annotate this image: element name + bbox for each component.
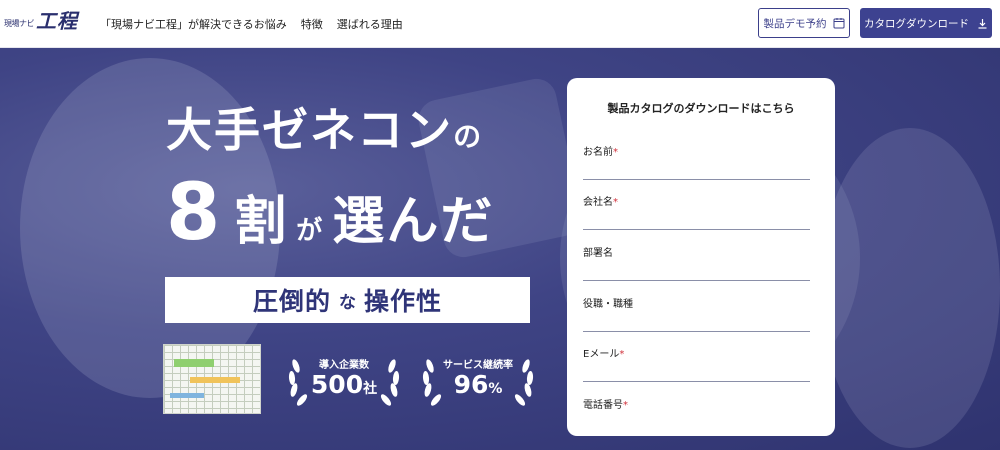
hero-background-figure [820, 128, 1000, 448]
headline-kanji: 割 [234, 192, 287, 252]
hero-headline-line2: 8 割 が 選んだ [166, 168, 494, 258]
stat-value: 500 [310, 370, 364, 399]
site-logo[interactable]: 現場ナビ 工程 [4, 10, 78, 32]
site-header: 現場ナビ 工程 「現場ナビ工程」が解決できるお悩み 特徴 選ばれる理由 製品デモ… [0, 0, 1000, 48]
stat-label: 導入企業数 [319, 360, 369, 371]
field-label: Eメール [583, 349, 620, 360]
company-input[interactable] [583, 210, 810, 230]
demo-booking-button[interactable]: 製品デモ予約 [758, 8, 850, 38]
main-nav: 「現場ナビ工程」が解決できるお悩み 特徴 選ばれる理由 [100, 0, 417, 48]
field-label: 電話番号 [583, 400, 623, 411]
headline-particle: が [296, 216, 323, 246]
tagline-text: 操作性 [364, 287, 443, 316]
demo-booking-label: 製品デモ予約 [763, 17, 827, 30]
nav-item-problems[interactable]: 「現場ナビ工程」が解決できるお悩み [100, 16, 287, 32]
field-label: 役職・職種 [583, 299, 633, 310]
stat-value: 96 [453, 370, 489, 399]
required-mark: * [613, 147, 618, 158]
nav-item-reasons[interactable]: 選ばれる理由 [337, 16, 403, 32]
stat-value-row: 500社 [284, 370, 404, 399]
phone-field: 電話番号* [583, 393, 810, 433]
tagline-text: 圧倒的 [252, 287, 331, 316]
headline-text: 大手ゼネコン [166, 103, 454, 157]
headline-verb: 選んだ [332, 192, 495, 252]
required-mark: * [619, 349, 625, 360]
tagline-particle: な [339, 292, 356, 313]
email-input[interactable] [583, 362, 810, 382]
hero-tagline: 圧倒的 な 操作性 [165, 277, 530, 323]
headline-particle: の [453, 120, 482, 153]
email-field: Eメール* [583, 342, 810, 382]
company-field: 会社名* [583, 190, 810, 230]
catalog-download-label: カタログダウンロード [864, 17, 969, 30]
department-field: 部署名 [583, 241, 810, 281]
hero-headline-line1: 大手ゼネコンの [166, 103, 481, 164]
stat-unit: % [488, 381, 503, 397]
name-field: お名前* [583, 140, 810, 180]
product-screenshot-thumbnail [163, 344, 261, 414]
position-input[interactable] [583, 312, 810, 332]
position-field: 役職・職種 [583, 292, 810, 332]
field-label: お名前 [583, 147, 613, 158]
name-input[interactable] [583, 160, 810, 180]
field-label: 部署名 [583, 248, 613, 259]
stat-label: サービス継続率 [443, 360, 513, 371]
nav-item-features[interactable]: 特徴 [301, 16, 323, 32]
logo-wordmark: 工程 [36, 9, 78, 33]
hero-section: 大手ゼネコンの 8 割 が 選んだ 圧倒的 な 操作性 導入企業数 500社 サ… [0, 48, 1000, 450]
headline-number: 8 [166, 168, 221, 258]
form-title: 製品カタログのダウンロードはこちら [607, 102, 795, 115]
gantt-bar [190, 377, 240, 383]
stat-unit: 社 [363, 381, 378, 397]
department-input[interactable] [583, 261, 810, 281]
stat-value-row: 96% [418, 370, 538, 399]
gantt-bar [170, 393, 204, 398]
download-icon [977, 18, 988, 29]
required-mark: * [613, 197, 618, 208]
calendar-icon [833, 17, 845, 29]
field-label: 会社名 [583, 197, 613, 208]
catalog-request-form: 製品カタログのダウンロードはこちら お名前* 会社名* 部署名 役職・職種 Eメ… [567, 78, 835, 436]
gantt-bar [174, 359, 214, 367]
logo-subtext: 現場ナビ [4, 19, 35, 28]
stat-badge-retention: サービス継続率 96% [418, 348, 538, 410]
catalog-download-button[interactable]: カタログダウンロード [860, 8, 992, 38]
required-mark: * [623, 400, 628, 411]
stat-badge-companies: 導入企業数 500社 [284, 348, 404, 410]
